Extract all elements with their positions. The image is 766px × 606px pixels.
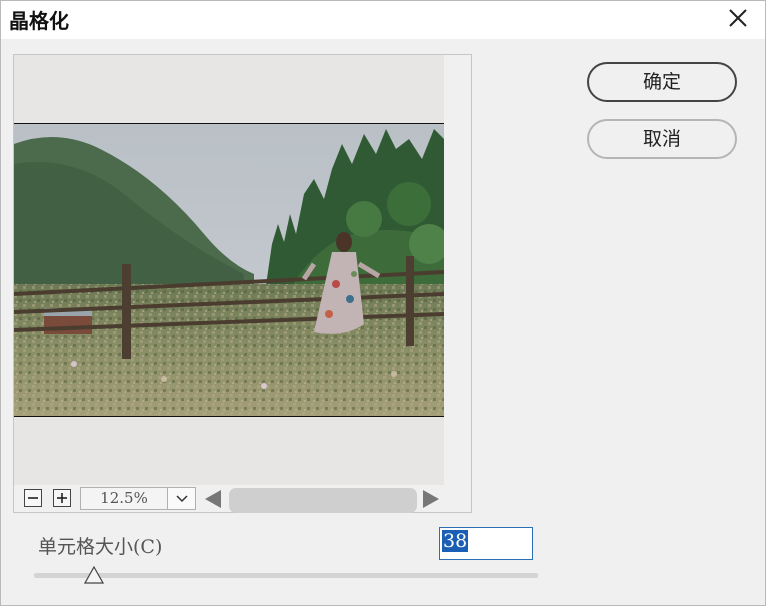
chevron-down-icon [176,495,188,503]
scroll-left-button[interactable] [202,488,224,510]
close-icon [729,9,747,27]
title-bar: 晶格化 [1,1,765,39]
scroll-right-button[interactable] [420,488,442,510]
preview-panel: 12.5% [13,54,472,513]
cell-size-input[interactable]: 38 [439,527,533,560]
cell-size-slider-thumb[interactable] [84,566,105,584]
crystallize-dialog: 晶格化 12.5% 确定 取消 单元格大小(C) 38 [0,0,766,606]
triangle-right-icon [423,490,439,508]
cell-size-slider-track[interactable] [34,573,538,578]
zoom-in-button[interactable] [53,489,71,507]
zoom-level-value: 12.5% [100,489,148,507]
minus-icon [28,497,38,499]
preview-canvas[interactable] [14,55,444,485]
zoom-dropdown-button[interactable] [167,488,195,509]
landscape-preview-graphic [14,124,444,416]
cell-size-value: 38 [442,530,469,552]
zoom-level-select[interactable]: 12.5% [80,487,196,510]
triangle-left-icon [205,490,221,508]
slider-triangle-icon [84,566,105,584]
preview-image [14,123,444,417]
close-button[interactable] [725,5,751,31]
cell-size-label: 单元格大小(C) [38,536,163,558]
zoom-out-button[interactable] [24,489,42,507]
zoom-toolbar: 12.5% [14,485,471,513]
plus-icon [57,493,67,503]
horizontal-scrollbar-thumb[interactable] [229,488,417,513]
dialog-title: 晶格化 [9,9,69,33]
ok-button[interactable]: 确定 [587,62,737,102]
cancel-button[interactable]: 取消 [587,119,737,159]
